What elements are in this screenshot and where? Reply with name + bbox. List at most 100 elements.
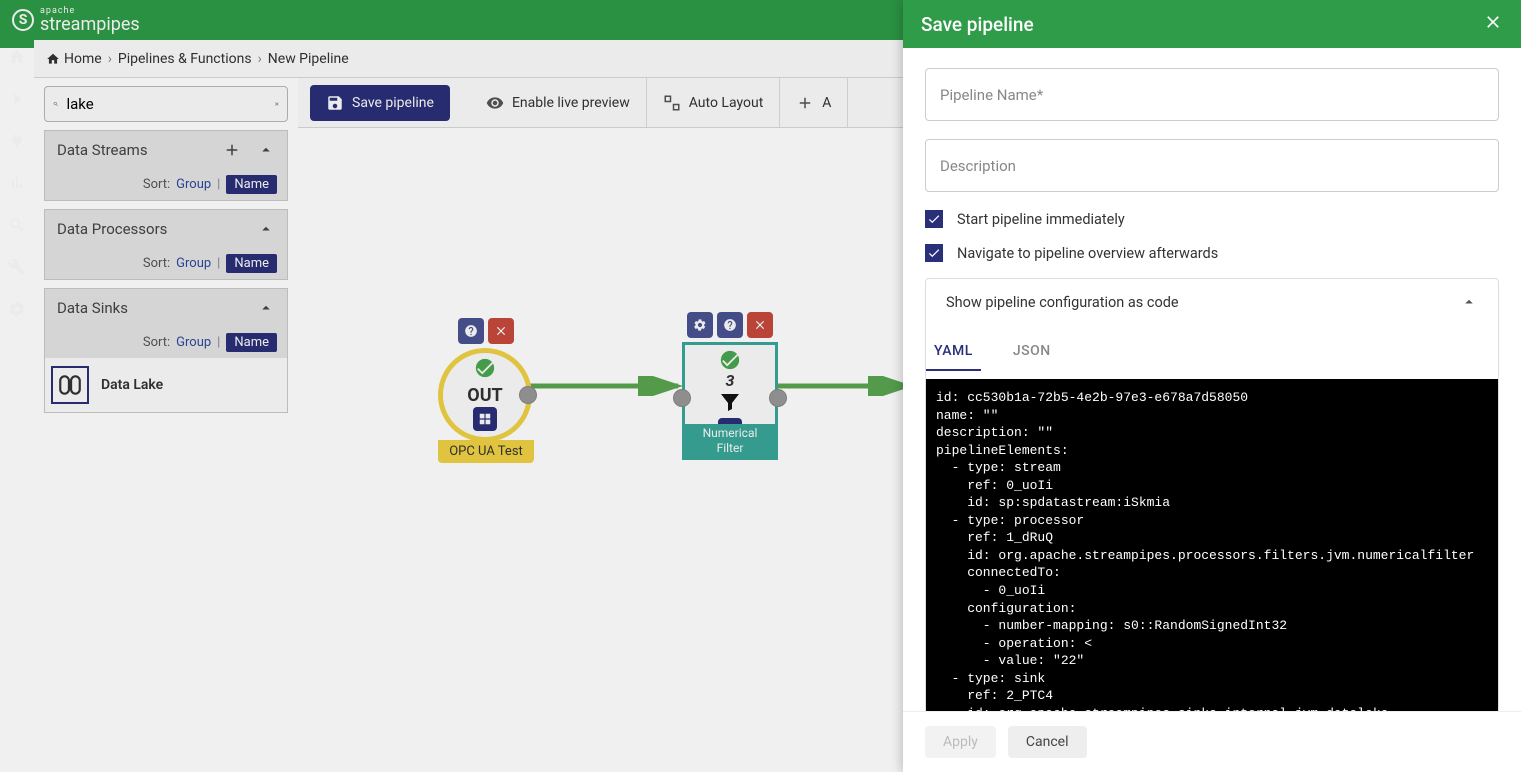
settings-button[interactable] bbox=[687, 312, 713, 338]
section-streams: Data Streams Sort: Group | Name bbox=[44, 130, 288, 201]
section-header-streams[interactable]: Data Streams bbox=[45, 131, 287, 169]
section-title: Data Sinks bbox=[57, 299, 128, 317]
check-label: Start pipeline immediately bbox=[957, 211, 1125, 228]
plug-icon[interactable] bbox=[7, 132, 27, 150]
add-label: A bbox=[822, 95, 831, 111]
search-input[interactable] bbox=[59, 95, 274, 113]
proc-num: 3 bbox=[726, 371, 735, 390]
breadcrumb-pipelines[interactable]: Pipelines & Functions bbox=[118, 51, 252, 67]
sink-item-datalake[interactable]: Data Lake bbox=[45, 358, 287, 412]
check-icon bbox=[474, 357, 496, 379]
edge bbox=[778, 376, 918, 396]
auto-layout-button[interactable]: Auto Layout bbox=[647, 78, 781, 127]
check-navigate-overview[interactable]: Navigate to pipeline overview afterwards bbox=[925, 244, 1499, 262]
search-icon[interactable] bbox=[7, 216, 27, 234]
delete-button[interactable] bbox=[488, 318, 514, 344]
chevron-up-icon bbox=[1460, 293, 1478, 311]
sort-label: Sort: bbox=[143, 177, 170, 192]
pipeline-name-field[interactable] bbox=[925, 68, 1499, 121]
sort-row: Sort: Group | Name bbox=[45, 327, 287, 358]
sort-row: Sort: Group | Name bbox=[45, 169, 287, 200]
pipeline-name-input[interactable] bbox=[940, 86, 1484, 104]
description-input[interactable] bbox=[940, 157, 1484, 175]
accordion-header[interactable]: Show pipeline configuration as code bbox=[926, 279, 1498, 325]
play-icon[interactable] bbox=[7, 90, 27, 108]
port-out[interactable] bbox=[519, 386, 537, 404]
port-in[interactable] bbox=[673, 389, 691, 407]
tab-yaml[interactable]: YAML bbox=[926, 333, 981, 371]
auto-label: Auto Layout bbox=[689, 95, 764, 111]
port-out[interactable] bbox=[769, 389, 787, 407]
gear-icon[interactable] bbox=[7, 300, 27, 318]
chart-icon[interactable] bbox=[7, 174, 27, 192]
modal-body: Start pipeline immediately Navigate to p… bbox=[903, 48, 1521, 711]
tab-json[interactable]: JSON bbox=[1005, 333, 1059, 371]
breadcrumb-sep: › bbox=[108, 51, 112, 67]
check-start-immediately[interactable]: Start pipeline immediately bbox=[925, 210, 1499, 228]
live-preview-button[interactable]: Enable live preview bbox=[470, 78, 647, 127]
help-button[interactable] bbox=[458, 318, 484, 344]
logo: S apache streampipes bbox=[12, 7, 140, 34]
section-title: Data Processors bbox=[57, 220, 167, 238]
sort-label: Sort: bbox=[143, 256, 170, 271]
proc-body[interactable]: 3 NumericalFilter bbox=[682, 342, 778, 460]
modal-title: Save pipeline bbox=[921, 13, 1034, 36]
save-label: Save pipeline bbox=[352, 95, 434, 111]
chevron-up-icon[interactable] bbox=[257, 141, 275, 159]
add-button[interactable]: A bbox=[780, 78, 848, 127]
config-code-accordion: Show pipeline configuration as code YAML… bbox=[925, 278, 1499, 711]
funnel-icon bbox=[718, 390, 742, 414]
wrench-icon[interactable] bbox=[7, 258, 27, 276]
clear-icon[interactable] bbox=[274, 95, 280, 113]
save-pipeline-modal: Save pipeline Start pipeline immediately… bbox=[903, 0, 1521, 772]
home-icon[interactable] bbox=[7, 48, 27, 66]
checkbox-icon[interactable] bbox=[925, 244, 943, 262]
modal-footer: Apply Cancel bbox=[903, 711, 1521, 772]
node-source[interactable]: OUT OPC UA Test bbox=[438, 318, 534, 463]
save-icon bbox=[326, 94, 344, 112]
home-icon bbox=[46, 52, 60, 66]
checkbox-icon[interactable] bbox=[925, 210, 943, 228]
accordion-title: Show pipeline configuration as code bbox=[946, 294, 1179, 311]
help-button[interactable] bbox=[717, 312, 743, 338]
modal-header: Save pipeline bbox=[903, 0, 1521, 48]
check-label: Navigate to pipeline overview afterwards bbox=[957, 245, 1218, 262]
close-button[interactable] bbox=[1483, 12, 1503, 37]
breadcrumb-home[interactable]: Home bbox=[64, 51, 102, 67]
breadcrumb-sep: › bbox=[258, 51, 262, 67]
sort-name[interactable]: Name bbox=[226, 175, 277, 194]
sink-label: Data Lake bbox=[101, 377, 163, 393]
palette: Data Streams Sort: Group | Name Data Pro… bbox=[44, 86, 288, 413]
description-field[interactable] bbox=[925, 139, 1499, 192]
left-rail bbox=[0, 40, 34, 48]
datalake-icon bbox=[51, 366, 89, 404]
section-title: Data Streams bbox=[57, 141, 148, 159]
yaml-code[interactable]: id: cc530b1a-72b5-4e2b-97e3-e678a7d58050… bbox=[926, 379, 1498, 711]
section-header-processors[interactable]: Data Processors bbox=[45, 210, 287, 248]
chevron-up-icon[interactable] bbox=[257, 220, 275, 238]
eye-icon bbox=[486, 94, 504, 112]
section-processors: Data Processors Sort: Group | Name bbox=[44, 209, 288, 280]
sort-group[interactable]: Group bbox=[176, 177, 211, 192]
source-label: OPC UA Test bbox=[438, 440, 534, 463]
plus-icon[interactable] bbox=[223, 141, 241, 159]
sort-group[interactable]: Group bbox=[176, 335, 211, 350]
source-body[interactable]: OUT bbox=[438, 348, 532, 442]
cancel-button[interactable]: Cancel bbox=[1008, 726, 1087, 758]
sort-label: Sort: bbox=[143, 335, 170, 350]
layout-icon bbox=[663, 94, 681, 112]
code-tabs: YAML JSON bbox=[926, 333, 1498, 371]
plus-icon bbox=[796, 94, 814, 112]
delete-button[interactable] bbox=[747, 312, 773, 338]
logo-name: streampipes bbox=[40, 16, 140, 34]
search-box[interactable] bbox=[44, 86, 288, 122]
sort-name[interactable]: Name bbox=[226, 333, 277, 352]
chevron-up-icon[interactable] bbox=[257, 299, 275, 317]
sort-group[interactable]: Group bbox=[176, 256, 211, 271]
section-header-sinks[interactable]: Data Sinks bbox=[45, 289, 287, 327]
proc-label: NumericalFilter bbox=[685, 424, 775, 457]
sort-row: Sort: Group | Name bbox=[45, 248, 287, 279]
node-processor[interactable]: 3 NumericalFilter bbox=[682, 312, 778, 460]
sort-name[interactable]: Name bbox=[226, 254, 277, 273]
save-pipeline-button[interactable]: Save pipeline bbox=[310, 85, 450, 121]
